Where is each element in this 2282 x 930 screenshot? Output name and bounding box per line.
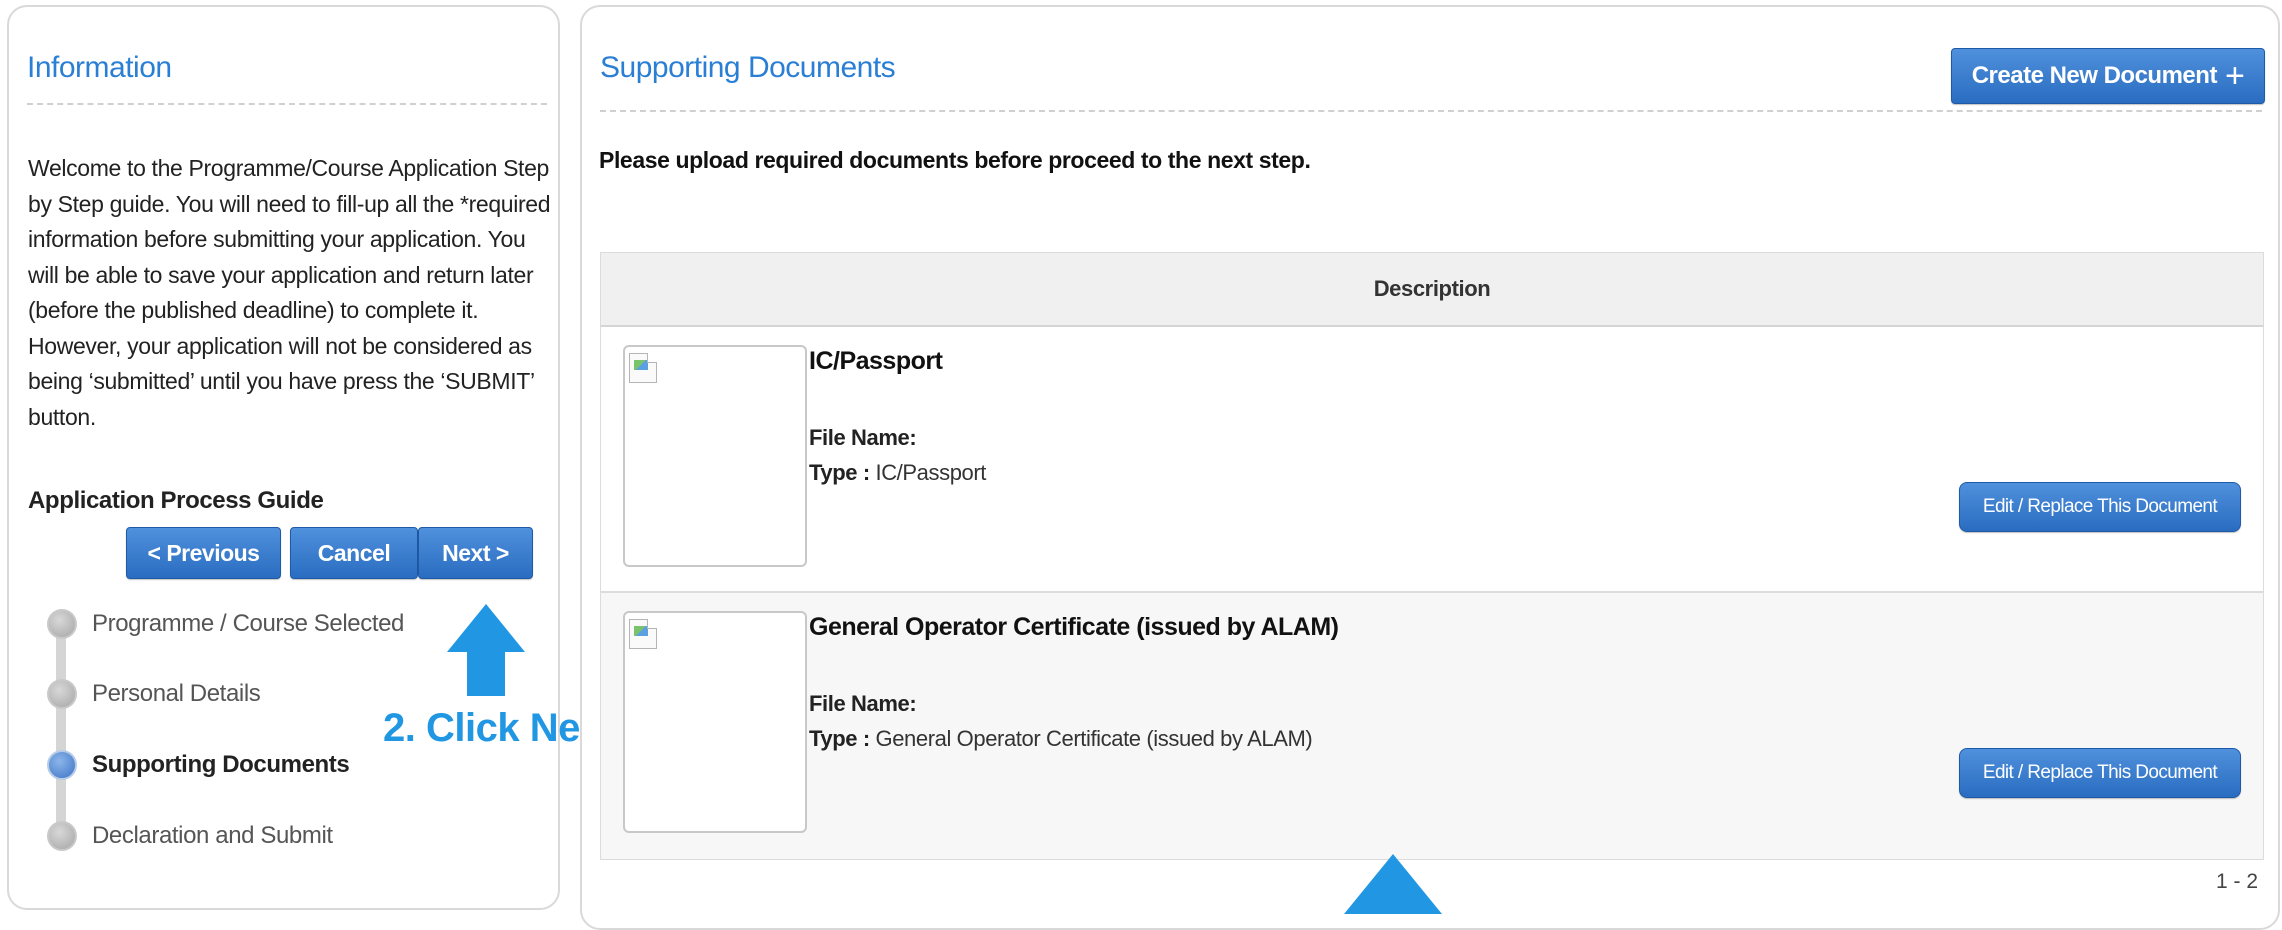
- edit-replace-document-button[interactable]: Edit / Replace This Document: [1959, 482, 2241, 532]
- edit-replace-document-button[interactable]: Edit / Replace This Document: [1959, 748, 2241, 798]
- previous-button[interactable]: < Previous: [126, 527, 281, 579]
- supporting-documents-title: Supporting Documents: [600, 51, 896, 84]
- document-meta: File Name: Type : General Operator Certi…: [809, 686, 1313, 756]
- guide-heading: Application Process Guide: [28, 487, 324, 514]
- step-personal-details[interactable]: Personal Details: [47, 677, 261, 711]
- table-header-description: Description: [601, 253, 2263, 327]
- document-thumbnail: [623, 345, 807, 567]
- annotation-arrow-stem: [467, 651, 505, 696]
- step-programme-course-selected[interactable]: Programme / Course Selected: [47, 607, 404, 641]
- document-meta: File Name: Type : IC/Passport: [809, 420, 986, 490]
- step-declaration-and-submit[interactable]: Declaration and Submit: [47, 819, 333, 853]
- title-divider: [27, 103, 547, 105]
- broken-image-icon: [629, 619, 657, 649]
- step-label: Supporting Documents: [92, 751, 350, 778]
- plus-icon: +: [2224, 57, 2245, 95]
- cancel-button[interactable]: Cancel: [290, 527, 418, 579]
- step-label: Personal Details: [92, 680, 261, 707]
- step-dot-icon: [47, 679, 77, 709]
- step-dot-active-icon: [47, 750, 77, 780]
- create-new-document-button[interactable]: Create New Document +: [1951, 48, 2265, 104]
- type-value: IC/Passport: [875, 460, 987, 485]
- table-row: General Operator Certificate (issued by …: [601, 593, 2263, 859]
- steps-connector: [56, 622, 66, 847]
- type-value: General Operator Certificate (issued by …: [875, 726, 1313, 751]
- document-title: General Operator Certificate (issued by …: [809, 613, 1339, 641]
- table-row: IC/Passport File Name: Type : IC/Passpor…: [601, 327, 2263, 593]
- step-dot-icon: [47, 609, 77, 639]
- pagination-count: 1 - 2: [2216, 870, 2259, 893]
- intro-text: Welcome to the Programme/Course Applicat…: [28, 155, 551, 430]
- create-button-label: Create New Document: [1971, 62, 2218, 89]
- document-thumbnail: [623, 611, 807, 833]
- file-name-label: File Name:: [809, 425, 917, 450]
- file-name-label: File Name:: [809, 691, 917, 716]
- next-button[interactable]: Next >: [418, 527, 533, 579]
- document-title: IC/Passport: [809, 347, 943, 375]
- type-label: Type :: [809, 460, 870, 485]
- type-label: Type :: [809, 726, 870, 751]
- step-dot-icon: [47, 821, 77, 851]
- annotation-arrow-up-icon: [447, 604, 525, 652]
- step-label: Programme / Course Selected: [92, 610, 405, 637]
- information-title: Information: [27, 51, 172, 84]
- title-divider: [600, 110, 2262, 112]
- broken-image-icon: [629, 353, 657, 383]
- step-label: Declaration and Submit: [92, 822, 333, 849]
- annotation-arrow-up-icon: [1344, 854, 1442, 914]
- documents-table: Description IC/Passport File Name: Type …: [600, 252, 2264, 860]
- upload-instruction: Please upload required documents before …: [599, 147, 1311, 173]
- step-supporting-documents[interactable]: Supporting Documents: [47, 748, 350, 782]
- information-panel: Information Welcome to the Programme/Cou…: [7, 5, 560, 910]
